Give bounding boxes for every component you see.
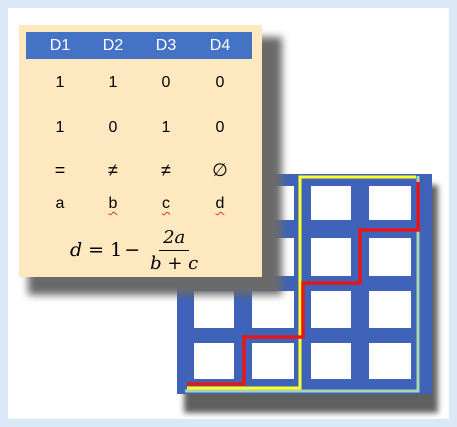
table-cell-text: d: [215, 195, 225, 212]
grid-cell: [311, 186, 351, 220]
table-cell: c: [141, 195, 191, 213]
table-cell: 1: [55, 119, 65, 136]
table-cell: a: [55, 195, 65, 212]
formula-numerator: 2a: [159, 227, 190, 251]
table-cell: 0: [108, 119, 118, 136]
formula-denominator: b + c: [150, 252, 199, 274]
grid-cell: [369, 343, 411, 379]
grid-cell: [252, 343, 294, 379]
table-cell-text: c: [162, 195, 170, 212]
table-cell: 1: [108, 74, 118, 91]
table-cell: 0: [215, 74, 225, 91]
grid-cell: [369, 186, 411, 220]
grid-cell: [311, 343, 351, 379]
grid-cell: [369, 291, 411, 328]
table-cell: 0: [161, 74, 171, 91]
table-cell: b: [88, 195, 138, 213]
header-cell: D3: [155, 37, 177, 54]
table-cell: d: [195, 195, 245, 213]
grid-cell: [194, 291, 234, 328]
formula-one: 1: [110, 239, 123, 261]
table-cell: ≠: [161, 160, 171, 180]
table-cell: 1: [161, 119, 171, 136]
table-cell: 1: [55, 74, 65, 91]
header-cell: D2: [102, 37, 124, 54]
header-cell: D4: [209, 37, 231, 54]
table-cell-text: b: [108, 195, 118, 212]
table-cell: 0: [215, 119, 225, 136]
grid-cell: [369, 238, 411, 276]
table-cell: ≠: [108, 160, 118, 180]
grid-cell: [252, 291, 294, 328]
formula-minus: −: [124, 239, 141, 261]
grid-cell: [194, 343, 234, 379]
table-cell: =: [54, 160, 66, 180]
formula-lhs: d: [70, 239, 83, 261]
formula-equals: =: [88, 239, 105, 261]
formula-fraction: 2a b + c: [146, 227, 202, 274]
formula: d = 1 − 2a b + c: [70, 226, 202, 274]
table-cell: ∅: [212, 160, 228, 180]
grid-cell: [311, 238, 351, 276]
grid-cell: [311, 291, 351, 328]
header-cell: D1: [49, 37, 71, 54]
